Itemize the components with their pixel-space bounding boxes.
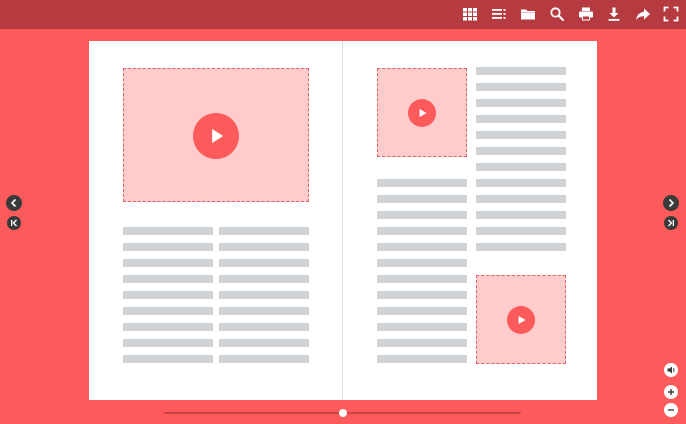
text-line	[476, 211, 566, 219]
text-line	[377, 355, 467, 363]
text-line	[377, 259, 467, 267]
text-line	[476, 99, 566, 107]
play-button-top[interactable]	[408, 99, 436, 127]
chevron-left-icon	[10, 198, 17, 208]
video-placeholder-large	[123, 68, 309, 202]
text-line	[123, 243, 213, 251]
text-line	[377, 227, 467, 235]
text-line	[123, 291, 213, 299]
last-page-icon	[668, 219, 674, 227]
text-line	[476, 227, 566, 235]
text-line	[219, 355, 309, 363]
text-line	[377, 195, 467, 203]
table-of-contents-icon[interactable]	[491, 6, 507, 22]
sound-icon	[667, 366, 675, 374]
zoom-in-button[interactable]	[664, 385, 678, 399]
text-line	[219, 307, 309, 315]
text-line	[476, 179, 566, 187]
text-line	[123, 323, 213, 331]
video-placeholder-bottom	[476, 275, 566, 364]
text-line	[123, 259, 213, 267]
text-line	[476, 67, 566, 75]
sound-button[interactable]	[664, 363, 678, 377]
previous-page-button[interactable]	[6, 195, 22, 211]
chevron-right-icon	[668, 198, 675, 208]
text-line	[377, 211, 467, 219]
text-line	[219, 291, 309, 299]
text-line	[123, 227, 213, 235]
book-spine	[342, 41, 343, 400]
play-button-bottom[interactable]	[507, 306, 535, 334]
text-line	[219, 275, 309, 283]
text-line	[476, 147, 566, 155]
share-icon[interactable]	[635, 6, 651, 22]
fullscreen-icon[interactable]	[663, 6, 679, 22]
text-line	[123, 307, 213, 315]
text-line	[219, 259, 309, 267]
last-page-button[interactable]	[664, 216, 678, 230]
text-line	[377, 243, 467, 251]
download-icon[interactable]	[606, 6, 622, 22]
text-line	[377, 291, 467, 299]
zoom-in-icon	[668, 389, 674, 395]
text-line	[476, 83, 566, 91]
text-line	[476, 131, 566, 139]
zoom-out-icon	[668, 409, 674, 411]
text-line	[219, 227, 309, 235]
video-placeholder-top	[377, 68, 467, 157]
text-line	[123, 355, 213, 363]
page-slider-knob[interactable]	[338, 409, 347, 417]
first-page-button[interactable]	[7, 216, 21, 230]
text-line	[123, 339, 213, 347]
text-line	[377, 275, 467, 283]
next-page-button[interactable]	[663, 195, 679, 211]
text-line	[377, 179, 467, 187]
text-line	[123, 275, 213, 283]
thumbnails-grid-icon[interactable]	[462, 6, 478, 22]
play-button-large[interactable]	[193, 113, 239, 159]
search-icon[interactable]	[549, 6, 565, 22]
text-line	[377, 339, 467, 347]
text-line	[476, 163, 566, 171]
book-spread	[89, 41, 597, 400]
zoom-out-button[interactable]	[664, 403, 678, 417]
text-line	[219, 243, 309, 251]
top-toolbar	[0, 0, 686, 29]
text-line	[377, 307, 467, 315]
first-page-icon	[11, 219, 17, 227]
text-line	[476, 243, 566, 251]
text-line	[219, 323, 309, 331]
text-line	[377, 323, 467, 331]
print-icon[interactable]	[578, 6, 594, 22]
folder-icon[interactable]	[520, 6, 536, 22]
text-line	[219, 339, 309, 347]
text-line	[476, 195, 566, 203]
text-line	[476, 115, 566, 123]
